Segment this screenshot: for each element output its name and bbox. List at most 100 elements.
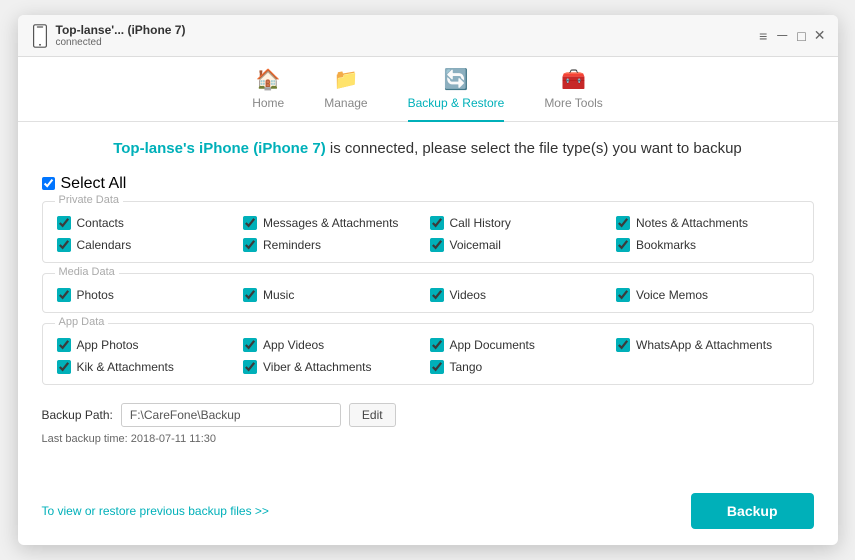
app-data-grid: App Photos App Videos App Documents What… [57, 338, 799, 374]
backup-button[interactable]: Backup [691, 493, 814, 529]
call-history-label: Call History [450, 216, 511, 230]
list-item: App Documents [430, 338, 613, 352]
list-item: Kik & Attachments [57, 360, 240, 374]
voicemail-checkbox[interactable] [430, 238, 444, 252]
backup-restore-icon: 🔄 [444, 67, 469, 92]
device-status: connected [56, 37, 186, 48]
calendars-label: Calendars [77, 238, 132, 252]
whatsapp-checkbox[interactable] [616, 338, 630, 352]
edit-button[interactable]: Edit [349, 403, 396, 427]
device-info: Top-lanse'... (iPhone 7) connected [56, 23, 186, 48]
whatsapp-label: WhatsApp & Attachments [636, 338, 772, 352]
app-videos-checkbox[interactable] [243, 338, 257, 352]
app-photos-label: App Photos [77, 338, 139, 352]
device-name: Top-lanse'... (iPhone 7) [56, 23, 186, 37]
private-data-section: Private Data Contacts Messages & Attachm… [42, 201, 814, 263]
nav-home-label: Home [252, 96, 284, 110]
restore-link[interactable]: To view or restore previous backup files… [42, 504, 269, 518]
list-item: Calendars [57, 238, 240, 252]
media-data-section: Media Data Photos Music Videos Voice Mem… [42, 273, 814, 313]
list-item: Call History [430, 216, 613, 230]
kik-checkbox[interactable] [57, 360, 71, 374]
app-data-section: App Data App Photos App Videos App Docum… [42, 323, 814, 385]
manage-icon: 📁 [333, 67, 358, 92]
select-all-row: Select All [42, 175, 814, 193]
list-item: App Photos [57, 338, 240, 352]
home-icon: 🏠 [256, 67, 281, 92]
voicemail-label: Voicemail [450, 238, 501, 252]
list-item: Voicemail [430, 238, 613, 252]
list-item: Photos [57, 288, 240, 302]
list-item: Bookmarks [616, 238, 799, 252]
backup-path-input[interactable] [121, 403, 341, 427]
device-highlight: Top-lanse's iPhone (iPhone 7) [113, 140, 325, 157]
nav-backup-restore-label: Backup & Restore [408, 96, 505, 110]
music-label: Music [263, 288, 294, 302]
nav-manage-label: Manage [324, 96, 367, 110]
app-documents-checkbox[interactable] [430, 338, 444, 352]
contacts-checkbox[interactable] [57, 216, 71, 230]
nav-manage[interactable]: 📁 Manage [324, 67, 367, 122]
app-videos-label: App Videos [263, 338, 324, 352]
bottom-row: To view or restore previous backup files… [42, 483, 814, 529]
viber-checkbox[interactable] [243, 360, 257, 374]
select-all-label: Select All [61, 175, 127, 193]
list-item: Viber & Attachments [243, 360, 426, 374]
titlebar: Top-lanse'... (iPhone 7) connected ≡ － □… [18, 15, 838, 57]
videos-checkbox[interactable] [430, 288, 444, 302]
voice-memos-label: Voice Memos [636, 288, 708, 302]
bookmarks-label: Bookmarks [636, 238, 696, 252]
voice-memos-checkbox[interactable] [616, 288, 630, 302]
list-item: App Videos [243, 338, 426, 352]
phone-icon [30, 24, 50, 48]
call-history-checkbox[interactable] [430, 216, 444, 230]
navbar: 🏠 Home 📁 Manage 🔄 Backup & Restore 🧰 Mor… [18, 57, 838, 122]
list-item: Contacts [57, 216, 240, 230]
list-item: WhatsApp & Attachments [616, 338, 799, 352]
list-item: Videos [430, 288, 613, 302]
photos-label: Photos [77, 288, 114, 302]
minimize-icon[interactable]: － [775, 26, 789, 46]
menu-icon[interactable]: ≡ [759, 28, 767, 44]
nav-backup-restore[interactable]: 🔄 Backup & Restore [408, 67, 505, 122]
close-icon[interactable]: ✕ [814, 27, 826, 44]
nav-home[interactable]: 🏠 Home [252, 67, 284, 122]
calendars-checkbox[interactable] [57, 238, 71, 252]
reminders-label: Reminders [263, 238, 321, 252]
nav-more-tools-label: More Tools [544, 96, 602, 110]
videos-label: Videos [450, 288, 486, 302]
titlebar-controls: ≡ － □ ✕ [759, 26, 825, 46]
main-content: Top-lanse's iPhone (iPhone 7) is connect… [18, 122, 838, 545]
media-data-grid: Photos Music Videos Voice Memos [57, 288, 799, 302]
contacts-label: Contacts [77, 216, 124, 230]
app-photos-checkbox[interactable] [57, 338, 71, 352]
music-checkbox[interactable] [243, 288, 257, 302]
bookmarks-checkbox[interactable] [616, 238, 630, 252]
maximize-icon[interactable]: □ [797, 28, 805, 44]
tango-label: Tango [450, 360, 483, 374]
reminders-checkbox[interactable] [243, 238, 257, 252]
list-item: Music [243, 288, 426, 302]
backup-path-label: Backup Path: [42, 408, 113, 422]
notes-label: Notes & Attachments [636, 216, 748, 230]
list-item: Tango [430, 360, 613, 374]
list-item: Messages & Attachments [243, 216, 426, 230]
nav-more-tools[interactable]: 🧰 More Tools [544, 67, 602, 122]
messages-checkbox[interactable] [243, 216, 257, 230]
app-data-label: App Data [55, 316, 109, 328]
backup-path-row: Backup Path: Edit [42, 403, 814, 427]
page-title: Top-lanse's iPhone (iPhone 7) is connect… [42, 138, 814, 161]
last-backup-text: Last backup time: 2018-07-11 11:30 [42, 433, 814, 445]
page-title-rest: is connected, please select the file typ… [326, 140, 742, 157]
kik-label: Kik & Attachments [77, 360, 174, 374]
tango-checkbox[interactable] [430, 360, 444, 374]
app-documents-label: App Documents [450, 338, 535, 352]
notes-checkbox[interactable] [616, 216, 630, 230]
titlebar-left: Top-lanse'... (iPhone 7) connected [30, 23, 760, 48]
app-window: Top-lanse'... (iPhone 7) connected ≡ － □… [18, 15, 838, 545]
photos-checkbox[interactable] [57, 288, 71, 302]
media-data-label: Media Data [55, 266, 119, 278]
select-all-checkbox[interactable] [42, 177, 55, 190]
private-data-grid: Contacts Messages & Attachments Call His… [57, 216, 799, 252]
list-item: Reminders [243, 238, 426, 252]
